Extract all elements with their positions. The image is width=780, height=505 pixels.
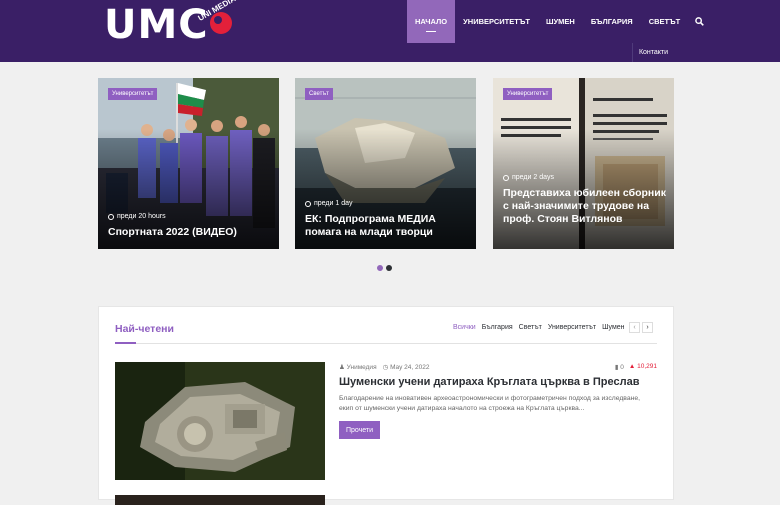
site-header: UMC UNI MEDIA НАЧАЛО УНИВЕРСИТЕТЪТ ШУМЕН… xyxy=(0,0,780,62)
slide-card[interactable]: Университетът преди 2 days Представиха ю… xyxy=(493,78,674,249)
article-image xyxy=(115,362,325,480)
filter-tab-university[interactable]: Университетът xyxy=(548,324,596,331)
widget-filter-tabs: Всички България Светът Университетът Шум… xyxy=(453,324,625,331)
user-icon: ♟ xyxy=(339,364,345,371)
nav-item-bulgaria[interactable]: БЪЛГАРИЯ xyxy=(583,0,641,43)
slide-category-badge[interactable]: Университетът xyxy=(108,88,158,100)
nav-item-home[interactable]: НАЧАЛО xyxy=(407,0,456,43)
filter-tab-shumen[interactable]: Шумен xyxy=(602,324,624,331)
slide-card[interactable]: Университетът преди 20 hours Спортната 2… xyxy=(98,78,279,249)
slide-title[interactable]: Спортната 2022 (ВИДЕО) xyxy=(108,226,273,239)
slide-category-badge[interactable]: Светът xyxy=(305,88,333,100)
clock-icon xyxy=(305,200,311,207)
author-name: Унимедия xyxy=(346,364,377,371)
slide-title[interactable]: ЕК: Подпрограма МЕДИА помага на млади тв… xyxy=(305,213,470,239)
views: ▲ 10,291 xyxy=(629,363,657,371)
date: ◷ May 24, 2022 xyxy=(383,363,430,371)
slide-time-text: преди 2 days xyxy=(512,174,554,181)
main-nav: НАЧАЛО УНИВЕРСИТЕТЪТ ШУМЕН БЪЛГАРИЯ СВЕТ… xyxy=(407,0,710,43)
slider-dot-2[interactable] xyxy=(386,265,392,271)
featured-slider: Университетът преди 20 hours Спортната 2… xyxy=(98,78,674,249)
article-thumbnail[interactable] xyxy=(115,362,325,480)
clock-icon xyxy=(503,174,509,181)
nav-item-university[interactable]: УНИВЕРСИТЕТЪТ xyxy=(455,0,538,43)
article-excerpt: Благодарение на иновативен археоастроном… xyxy=(339,395,641,412)
next-page-button[interactable]: › xyxy=(642,322,653,333)
comments-count: 0 xyxy=(620,364,624,371)
nav-item-contacts[interactable]: Контакти xyxy=(632,43,674,62)
logo-text: UMC xyxy=(104,2,209,48)
most-read-widget: Най-четени Всички България Светът Универ… xyxy=(98,306,674,505)
slide-time: преди 1 day xyxy=(305,200,353,207)
slide-time-text: преди 1 day xyxy=(314,200,353,207)
widget-divider xyxy=(115,343,657,344)
author[interactable]: ♟ Унимедия xyxy=(339,363,377,371)
filter-tab-bulgaria[interactable]: България xyxy=(482,324,513,331)
clock-icon xyxy=(108,213,114,220)
slider-dot-1[interactable] xyxy=(377,265,383,271)
search-button[interactable] xyxy=(688,0,710,43)
next-article-thumbnail[interactable] xyxy=(115,495,325,505)
nav-item-world[interactable]: СВЕТЪТ xyxy=(641,0,689,43)
widget-pager: ‹ › xyxy=(629,322,653,333)
filter-tab-all[interactable]: Всички xyxy=(453,324,476,331)
comment-icon: ▮ xyxy=(614,364,619,371)
slide-time: преди 2 days xyxy=(503,174,554,181)
search-icon xyxy=(694,17,704,26)
widget-divider-accent xyxy=(115,342,136,344)
prev-page-button[interactable]: ‹ xyxy=(629,322,640,333)
article-meta: ♟ Унимедия ◷ May 24, 2022 xyxy=(339,363,429,371)
clock-icon: ◷ xyxy=(382,364,389,371)
widget-title: Най-четени xyxy=(115,323,174,335)
comments[interactable]: ▮ 0 xyxy=(615,363,624,371)
views-count: 10,291 xyxy=(637,363,657,370)
slide-time: преди 20 hours xyxy=(108,213,166,220)
slider-dots xyxy=(377,265,392,271)
filter-tab-world[interactable]: Светът xyxy=(519,324,542,331)
slide-card[interactable]: Светът преди 1 day ЕК: Подпрограма МЕДИА… xyxy=(295,78,476,249)
read-more-button[interactable]: Прочети xyxy=(339,421,380,439)
date-text: May 24, 2022 xyxy=(390,364,430,371)
slide-title[interactable]: Представиха юбилеен сборник с най-значим… xyxy=(503,187,668,226)
slide-category-badge[interactable]: Университетът xyxy=(503,88,553,100)
slide-time-text: преди 20 hours xyxy=(117,213,166,220)
nav-item-shumen[interactable]: ШУМЕН xyxy=(538,0,583,43)
article-stats: ▮ 0 ▲ 10,291 xyxy=(615,363,657,371)
fire-icon: ▲ xyxy=(628,363,636,370)
site-logo[interactable]: UMC UNI MEDIA xyxy=(104,0,237,48)
article-title[interactable]: Шуменски учени датираха Кръглата църква … xyxy=(339,376,639,388)
